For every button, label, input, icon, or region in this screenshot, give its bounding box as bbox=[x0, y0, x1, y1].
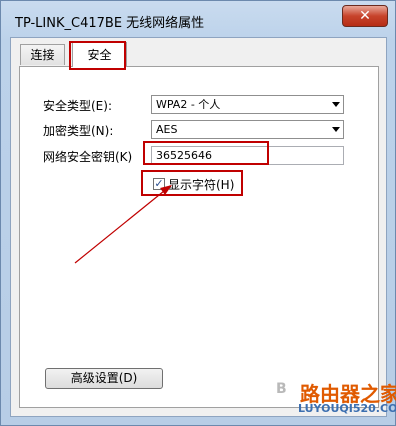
annotation-arrow bbox=[74, 185, 172, 264]
watermark-url: LUYOUQI520.COM bbox=[298, 402, 396, 415]
watermark-letter: B bbox=[276, 381, 287, 397]
